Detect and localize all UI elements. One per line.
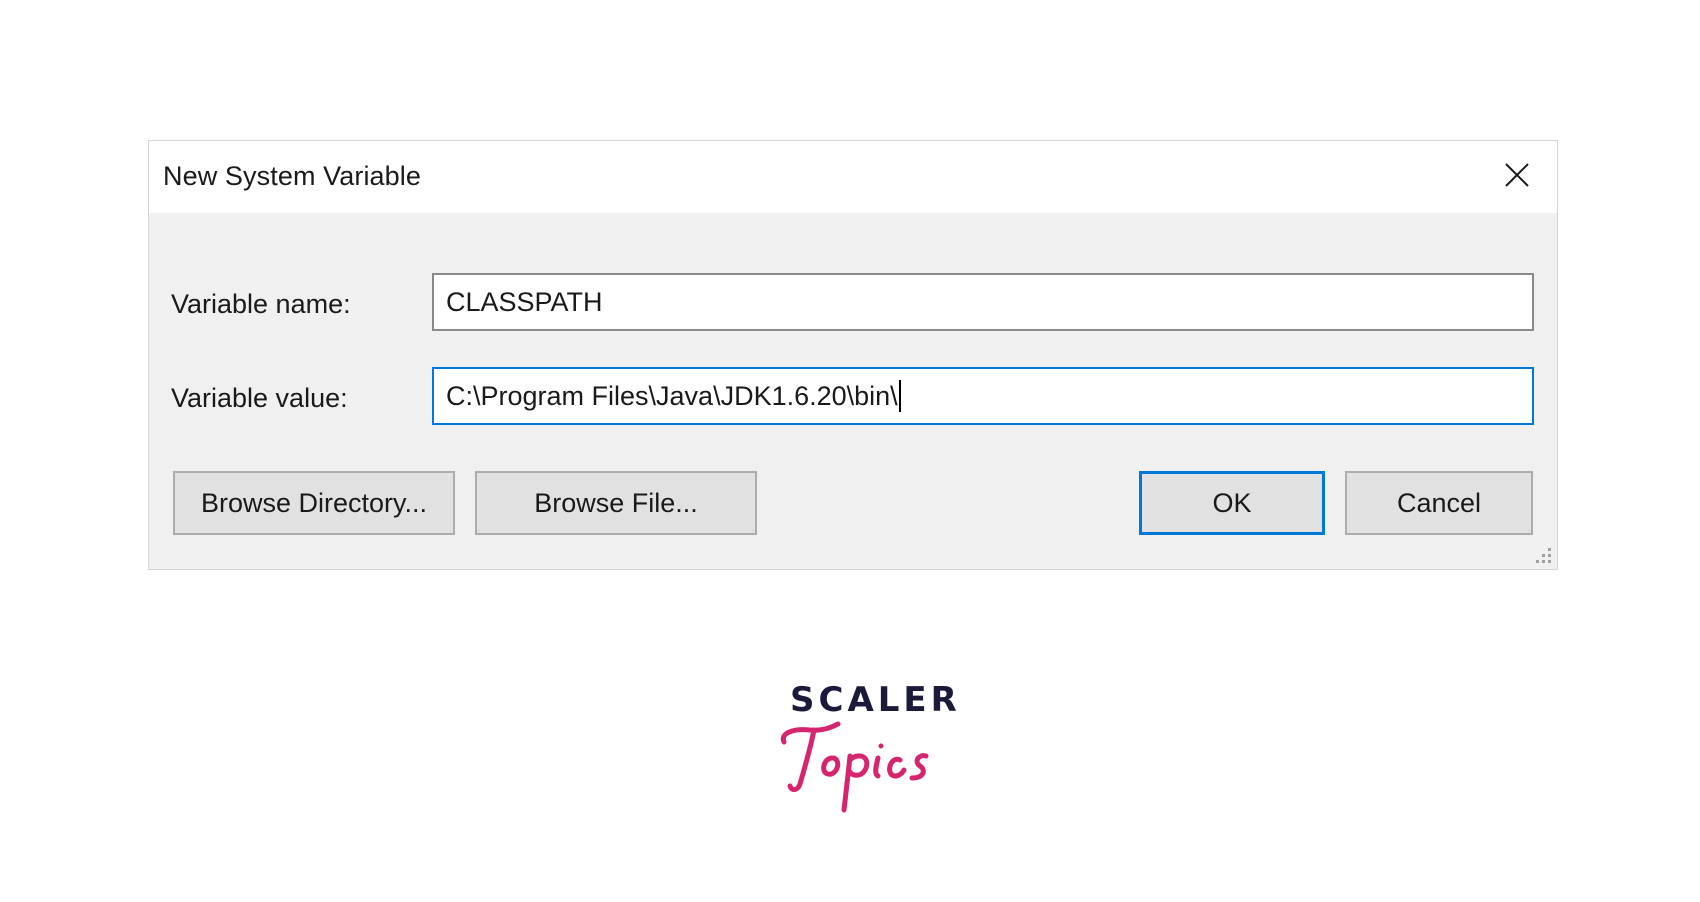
browse-file-button[interactable]: Browse File... bbox=[475, 471, 757, 535]
resize-grip-icon[interactable] bbox=[1531, 543, 1555, 567]
page: New System Variable Variable name: CLASS… bbox=[0, 0, 1700, 902]
new-system-variable-dialog: New System Variable Variable name: CLASS… bbox=[148, 140, 1558, 570]
close-icon bbox=[1505, 163, 1529, 187]
variable-name-input[interactable]: CLASSPATH bbox=[432, 273, 1534, 331]
text-caret bbox=[898, 379, 901, 412]
title-bar: New System Variable bbox=[149, 141, 1557, 213]
variable-name-value: CLASSPATH bbox=[446, 287, 603, 317]
variable-value-text: C:\Program Files\Java\JDK1.6.20\bin\ bbox=[446, 381, 898, 411]
close-button[interactable] bbox=[1491, 151, 1543, 199]
logo-word-topics bbox=[780, 721, 929, 813]
scaler-topics-logo: SCALER bbox=[770, 680, 957, 820]
browse-directory-button[interactable]: Browse Directory... bbox=[173, 471, 455, 535]
variable-value-label: Variable value: bbox=[171, 383, 348, 413]
dialog-title: New System Variable bbox=[163, 161, 421, 191]
variable-name-label: Variable name: bbox=[171, 289, 351, 319]
variable-value-input[interactable]: C:\Program Files\Java\JDK1.6.20\bin\ bbox=[432, 367, 1534, 425]
ok-button[interactable]: OK bbox=[1139, 471, 1325, 535]
cancel-button[interactable]: Cancel bbox=[1345, 471, 1533, 535]
